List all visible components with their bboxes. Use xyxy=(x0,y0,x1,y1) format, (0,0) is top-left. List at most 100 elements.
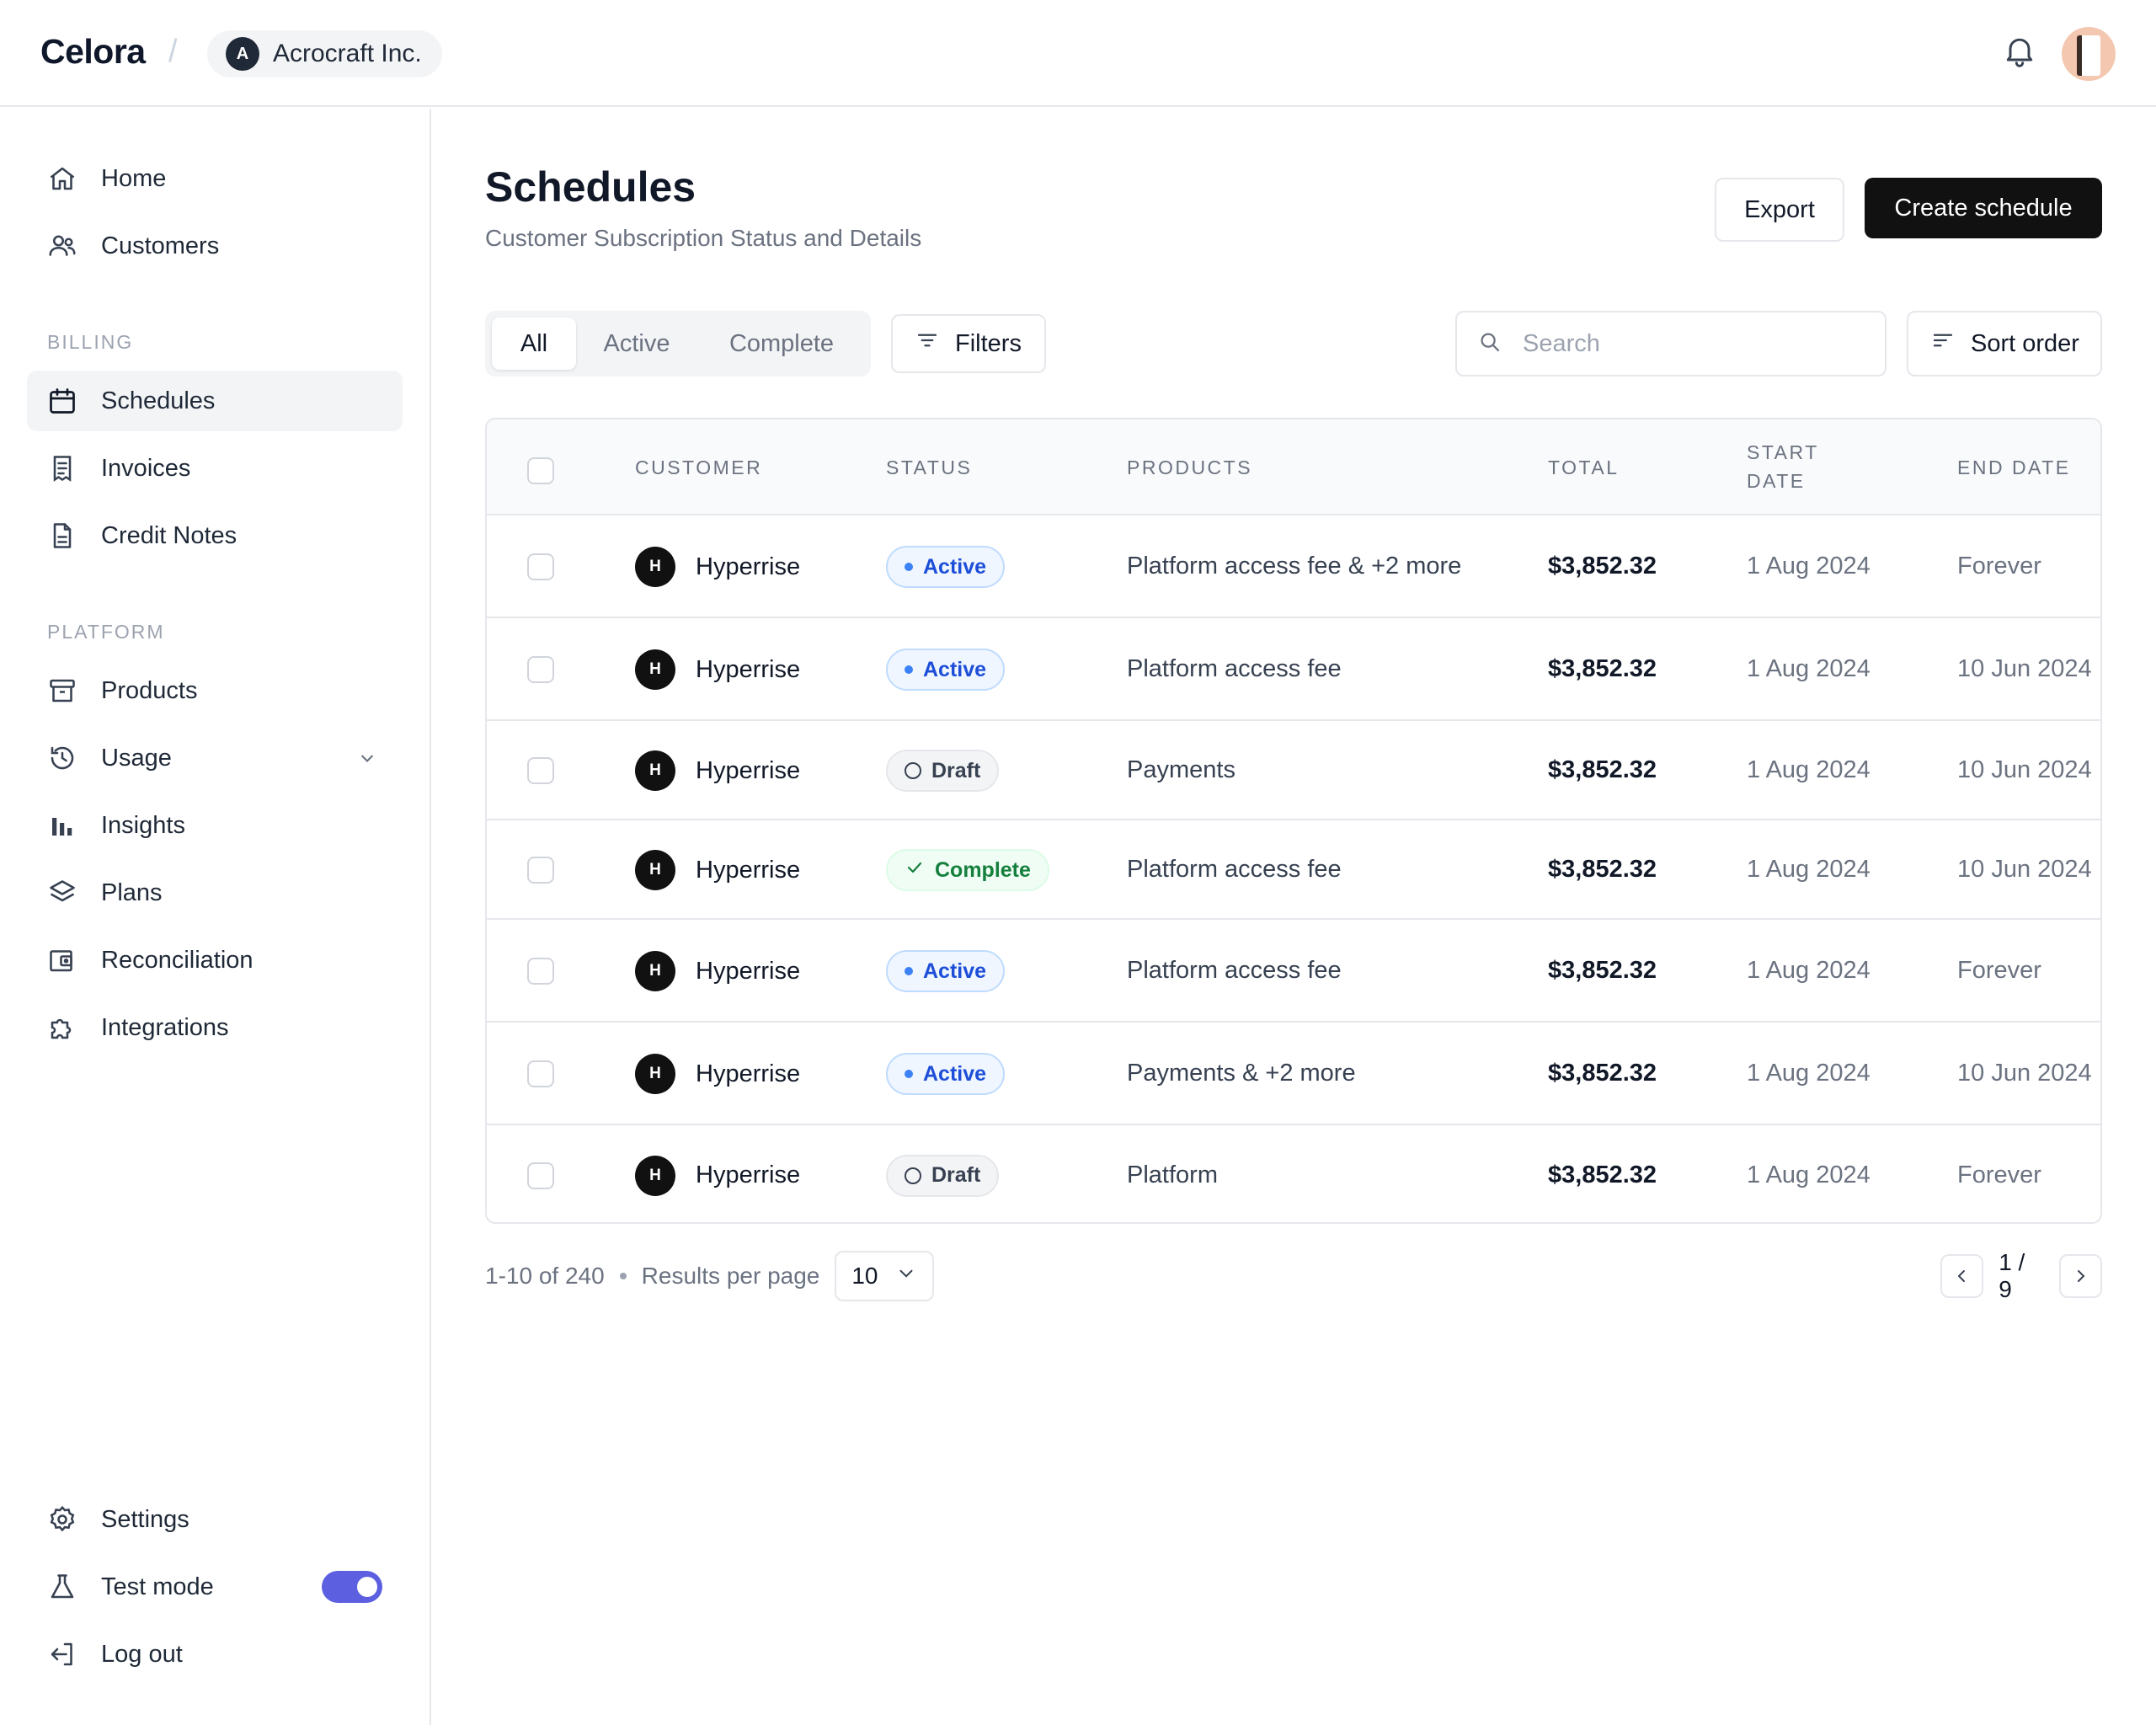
sidebar-item-log-out[interactable]: Log out xyxy=(27,1624,403,1685)
status-dot-icon xyxy=(905,665,913,674)
customer-name[interactable]: Hyperrise xyxy=(696,757,800,785)
filters-label: Filters xyxy=(955,329,1022,357)
row-checkbox[interactable] xyxy=(527,656,554,683)
page-subtitle: Customer Subscription Status and Details xyxy=(485,225,922,251)
results-per-page-select[interactable]: 10 xyxy=(835,1251,935,1301)
toggle-knob xyxy=(357,1577,377,1597)
row-checkbox[interactable] xyxy=(527,757,554,784)
status-tabs: All Active Complete xyxy=(485,311,871,377)
status-text: Draft xyxy=(931,1163,981,1187)
chevron-down-icon[interactable] xyxy=(355,746,379,770)
next-page-button[interactable] xyxy=(2058,1254,2102,1298)
status-badge: Draft xyxy=(886,750,1000,792)
customer-avatar: H xyxy=(635,750,675,791)
products-cell: Platform access fee xyxy=(1127,957,1342,984)
sidebar-item-plans[interactable]: Plans xyxy=(27,862,403,923)
customer-name[interactable]: Hyperrise xyxy=(696,553,800,581)
select-all-checkbox[interactable] xyxy=(527,457,554,484)
products-cell: Platform xyxy=(1127,1161,1218,1188)
sidebar-item-test-mode: Test mode xyxy=(27,1557,403,1617)
status-dot-icon xyxy=(905,563,913,571)
sidebar-item-home[interactable]: Home xyxy=(27,148,403,209)
customer-avatar: H xyxy=(635,951,675,991)
export-button[interactable]: Export xyxy=(1715,178,1844,242)
status-badge: Active xyxy=(886,546,1006,588)
sidebar-item-products[interactable]: Products xyxy=(27,660,403,721)
sidebar-item-label: Log out xyxy=(101,1640,183,1668)
sidebar-item-settings[interactable]: Settings xyxy=(27,1489,403,1550)
previous-page-button[interactable] xyxy=(1940,1254,1984,1298)
row-checkbox[interactable] xyxy=(527,958,554,985)
wallet-icon xyxy=(47,945,77,975)
sidebar-item-insights[interactable]: Insights xyxy=(27,795,403,856)
test-mode-toggle[interactable] xyxy=(322,1571,382,1603)
tab-all[interactable]: All xyxy=(492,318,576,370)
brand-logo[interactable]: Celora xyxy=(40,32,146,72)
column-header-products[interactable]: PRODUCTS xyxy=(1127,453,1252,482)
table-row[interactable]: H Hyperrise Active Platform access fee $3,85… xyxy=(487,618,2100,721)
column-header-start-date[interactable]: START DATE xyxy=(1747,438,1819,495)
sidebar-item-label: Home xyxy=(101,164,167,192)
tab-active[interactable]: Active xyxy=(579,318,694,370)
table-row[interactable]: H Hyperrise Complete Platform access fee $3,… xyxy=(487,820,2100,920)
user-avatar[interactable] xyxy=(2062,27,2116,81)
table-header: CUSTOMER STATUS PRODUCTS TOTAL START DAT… xyxy=(487,419,2100,515)
start-date-cell: 1 Aug 2024 xyxy=(1747,1060,1870,1087)
customer-name[interactable]: Hyperrise xyxy=(696,656,800,684)
status-text: Active xyxy=(923,1061,987,1086)
customer-avatar: H xyxy=(635,850,675,890)
end-date-cell: 10 Jun 2024 xyxy=(1957,1060,2092,1087)
puzzle-icon xyxy=(47,1012,77,1043)
bell-icon[interactable] xyxy=(2001,32,2038,69)
sidebar-item-label: Settings xyxy=(101,1505,189,1533)
customer-avatar: H xyxy=(635,649,675,690)
sidebar-item-label: Credit Notes xyxy=(101,521,237,549)
row-checkbox[interactable] xyxy=(527,553,554,580)
status-dot-icon xyxy=(905,1070,913,1078)
column-header-status[interactable]: STATUS xyxy=(886,453,972,482)
sidebar-item-customers[interactable]: Customers xyxy=(27,216,403,276)
chevron-down-icon xyxy=(895,1263,917,1290)
customer-name[interactable]: Hyperrise xyxy=(696,958,800,985)
customer-name[interactable]: Hyperrise xyxy=(696,1060,800,1088)
org-name: Acrocraft Inc. xyxy=(273,40,422,67)
org-switcher[interactable]: A Acrocraft Inc. xyxy=(207,30,442,77)
customer-name[interactable]: Hyperrise xyxy=(696,1162,800,1189)
column-header-customer[interactable]: CUSTOMER xyxy=(635,453,762,482)
search-input[interactable] xyxy=(1523,329,1860,358)
table-row[interactable]: H Hyperrise Active Platform access fee & +2… xyxy=(487,515,2100,618)
sort-order-label: Sort order xyxy=(1971,329,2079,357)
start-date-cell: 1 Aug 2024 xyxy=(1747,655,1870,682)
sidebar-item-integrations[interactable]: Integrations xyxy=(27,997,403,1058)
total-cell: $3,852.32 xyxy=(1548,856,1657,883)
sidebar-item-usage[interactable]: Usage xyxy=(27,728,403,788)
row-checkbox[interactable] xyxy=(527,1060,554,1087)
table-row[interactable]: H Hyperrise Draft Platform $3,852.32 1 Aug 20… xyxy=(487,1125,2100,1222)
sidebar-item-invoices[interactable]: Invoices xyxy=(27,438,403,499)
status-dot-icon xyxy=(905,967,913,975)
create-schedule-button[interactable]: Create schedule xyxy=(1865,178,2102,238)
tab-complete[interactable]: Complete xyxy=(697,318,866,370)
sidebar-item-schedules[interactable]: Schedules xyxy=(27,371,403,431)
table-row[interactable]: H Hyperrise Active Payments & +2 more $3,852… xyxy=(487,1023,2100,1125)
column-header-start-date-line2: DATE xyxy=(1747,470,1806,492)
customer-name[interactable]: Hyperrise xyxy=(696,857,800,884)
row-checkbox[interactable] xyxy=(527,1162,554,1189)
row-checkbox[interactable] xyxy=(527,857,554,884)
total-cell: $3,852.32 xyxy=(1548,957,1657,984)
sidebar-item-credit-notes[interactable]: Credit Notes xyxy=(27,505,403,566)
filters-button[interactable]: Filters xyxy=(891,314,1046,373)
column-header-total[interactable]: TOTAL xyxy=(1548,453,1620,482)
start-date-cell: 1 Aug 2024 xyxy=(1747,1161,1870,1188)
sort-order-button[interactable]: Sort order xyxy=(1907,311,2102,377)
column-header-end-date[interactable]: END DATE xyxy=(1957,453,2071,482)
archive-box-icon xyxy=(47,676,77,706)
page-title: Schedules xyxy=(485,163,696,211)
table-row[interactable]: H Hyperrise Draft Payments $3,852.32 1 Aug 20… xyxy=(487,721,2100,820)
end-date-cell: Forever xyxy=(1957,957,2041,984)
customer-cell: H Hyperrise xyxy=(635,547,800,587)
sidebar-item-reconciliation[interactable]: Reconciliation xyxy=(27,930,403,991)
results-range: 1-10 of 240 xyxy=(485,1263,605,1289)
table-row[interactable]: H Hyperrise Active Platform access fee $3,85… xyxy=(487,920,2100,1023)
pagination-summary: 1-10 of 240 Results per page 10 xyxy=(485,1251,935,1301)
